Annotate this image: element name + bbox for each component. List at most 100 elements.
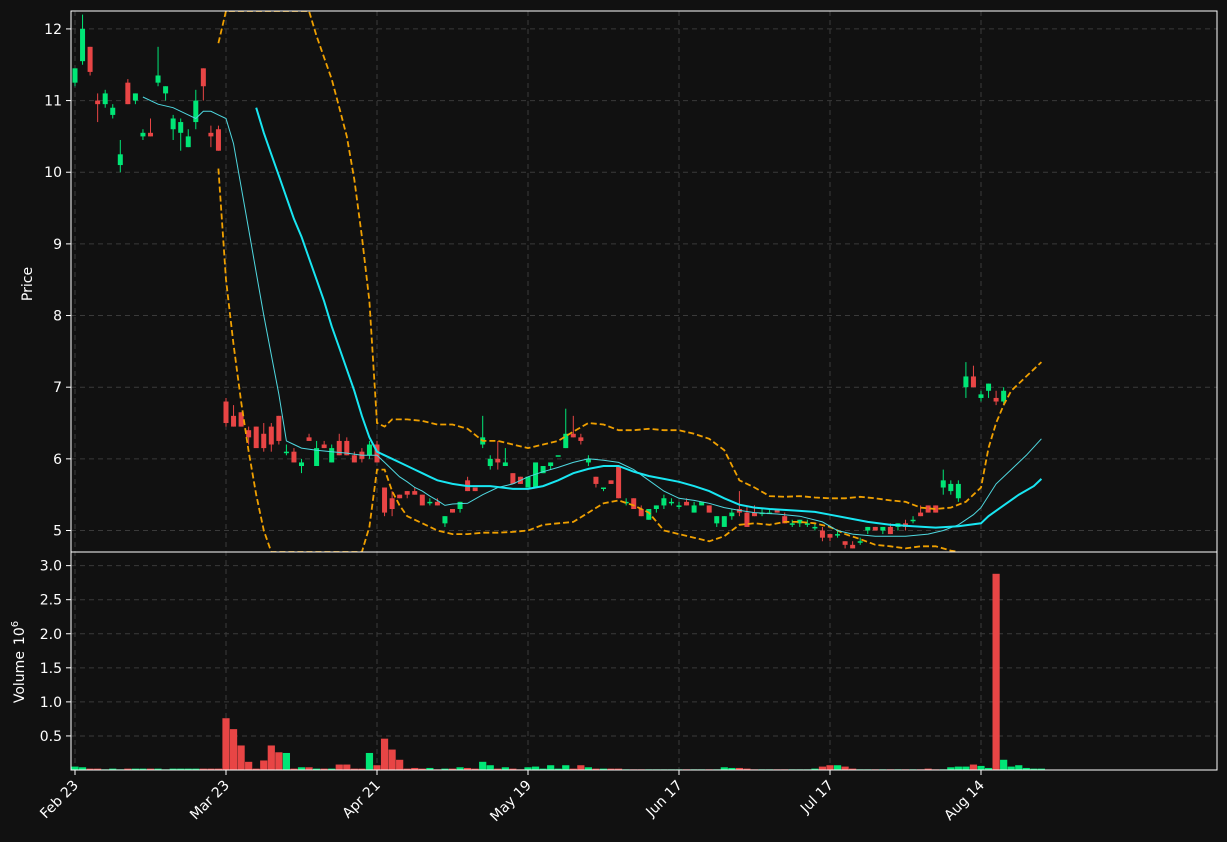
candle-body: [495, 458, 501, 463]
candle-body: [163, 86, 169, 94]
candle-body: [578, 437, 584, 441]
volume-axis-unit-exponent: 6: [10, 621, 21, 627]
candle-body: [231, 415, 237, 427]
volume-bar: [826, 765, 834, 770]
candle-body: [993, 397, 999, 402]
volume-bar: [267, 745, 275, 770]
candle-body: [978, 394, 984, 398]
price-tick-label: 11: [44, 94, 62, 110]
candle-body: [525, 476, 531, 488]
volume-bar: [977, 765, 985, 770]
candle-body: [215, 129, 221, 151]
candle-body: [865, 526, 871, 531]
volume-bar: [992, 573, 1000, 770]
candle-body: [661, 498, 667, 506]
candle-body: [819, 530, 825, 538]
candle-body: [812, 526, 818, 529]
candle-body: [117, 154, 123, 166]
candle-body: [434, 501, 440, 506]
candle-body: [450, 509, 455, 513]
candle-body: [87, 46, 93, 72]
candle-body: [95, 100, 101, 105]
candle-body: [397, 494, 403, 499]
candle-body: [291, 451, 297, 463]
volume-bar: [365, 752, 374, 770]
candle-body: [857, 541, 863, 543]
candle-body: [366, 444, 372, 456]
candle-body: [668, 501, 674, 504]
candle-body: [887, 526, 893, 535]
candle-body: [442, 516, 448, 524]
candle-body: [653, 505, 659, 510]
candle-body: [880, 526, 886, 531]
candle-body: [336, 440, 342, 456]
volume-bar: [343, 764, 351, 770]
candle-body: [283, 451, 289, 454]
candle-body: [253, 426, 259, 449]
candle-body: [329, 448, 335, 463]
candle-body: [684, 501, 690, 506]
volume-bar: [222, 718, 230, 770]
volume-bar: [1000, 759, 1008, 770]
candle-body: [321, 444, 327, 449]
candle-body: [608, 480, 614, 484]
candle-body: [638, 509, 644, 517]
candle-body: [616, 466, 622, 499]
volume-bar: [1015, 765, 1023, 770]
volume-bar: [486, 765, 494, 770]
volume-bar: [969, 764, 978, 770]
candle-body: [502, 462, 508, 467]
volume-bar: [275, 752, 283, 770]
candle-body: [412, 491, 418, 495]
volume-tick-label: 0.5: [40, 729, 62, 745]
candle-body: [185, 136, 191, 148]
candle-body: [404, 491, 410, 495]
candle-body: [351, 455, 357, 463]
candle-body: [948, 483, 954, 492]
candle-body: [940, 480, 946, 488]
volume-bar: [841, 766, 849, 770]
volume-bar: [833, 765, 842, 770]
candle-body: [789, 523, 795, 525]
candle-body: [170, 118, 176, 130]
candle-body: [246, 430, 252, 438]
price-axis-label: Price: [20, 267, 36, 301]
candle-body: [472, 487, 478, 492]
candle-body: [548, 462, 554, 467]
candle-body: [842, 541, 848, 545]
candle-body: [510, 473, 516, 484]
candle-body: [706, 505, 712, 513]
candle-body: [178, 122, 184, 133]
volume-bar: [388, 749, 396, 770]
volume-bar: [954, 766, 962, 770]
candle-body: [155, 75, 161, 83]
candle-body: [299, 462, 304, 467]
candle-body: [200, 68, 206, 87]
volume-bar: [531, 766, 540, 770]
volume-bar: [962, 766, 970, 770]
candle-body: [955, 483, 961, 499]
volume-tick-label: 2.0: [40, 627, 62, 643]
candle-body: [910, 519, 916, 522]
candle-body: [306, 437, 312, 441]
candle-body: [804, 523, 810, 525]
candle-body: [850, 544, 856, 549]
candle-body: [268, 426, 274, 445]
volume-bar: [380, 738, 389, 770]
candle-body: [721, 516, 727, 527]
candle-body: [261, 433, 267, 449]
candle-body: [382, 487, 388, 513]
candle-body: [125, 82, 131, 105]
price-tick-label: 7: [53, 380, 62, 396]
candle-body: [872, 526, 878, 531]
candle-body: [676, 505, 682, 507]
price-tick-label: 10: [44, 165, 62, 181]
candle-body: [72, 68, 78, 83]
candle-body: [555, 455, 561, 457]
candle-body: [80, 28, 86, 62]
candle-body: [276, 415, 282, 441]
volume-bar: [237, 745, 245, 770]
volume-bar: [547, 765, 555, 770]
candle-body: [132, 93, 138, 101]
price-tick-label: 6: [53, 452, 62, 468]
